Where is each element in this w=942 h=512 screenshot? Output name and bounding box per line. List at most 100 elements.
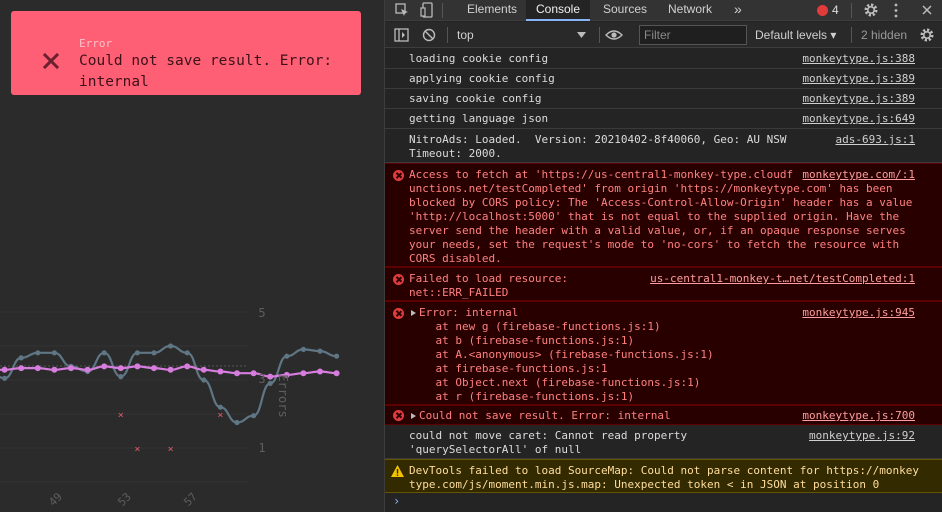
console-error-message[interactable]: Access to fetch at 'https://us-central1-… — [385, 163, 942, 267]
stack-frame: at A.<anonymous> (firebase-functions.js:… — [409, 348, 714, 361]
sidebar-toggle-icon[interactable] — [394, 28, 409, 42]
console-message[interactable]: saving cookie config monkeytype.js:389 — [385, 89, 942, 109]
console-error-message[interactable]: Failed to load resource: net::ERR_FAILED… — [385, 267, 942, 301]
data-point[interactable] — [267, 380, 273, 386]
source-link[interactable]: monkeytype.js:388 — [802, 52, 915, 66]
data-point[interactable] — [34, 365, 41, 372]
data-point[interactable] — [201, 377, 207, 383]
y-tick-label: 3 — [258, 372, 265, 386]
expand-arrow-icon[interactable] — [411, 310, 416, 316]
source-link[interactable]: us-central1-monkey-t…net/testCompleted:1 — [650, 272, 915, 286]
settings-gear-icon[interactable] — [863, 2, 879, 18]
console-message[interactable]: applying cookie config monkeytype.js:389 — [385, 69, 942, 89]
console-warning-message[interactable]: DevTools failed to load SourceMap: Could… — [385, 459, 942, 493]
data-point[interactable] — [251, 413, 257, 419]
source-link[interactable]: monkeytype.com/:1 — [802, 168, 915, 182]
error-notification[interactable]: Error Could not save result. Error: inte… — [11, 11, 361, 95]
data-point[interactable] — [267, 373, 274, 380]
source-link[interactable]: monkeytype.js:92 — [809, 429, 915, 443]
data-point[interactable] — [234, 419, 240, 426]
data-point[interactable] — [51, 350, 58, 356]
data-point[interactable] — [168, 343, 174, 349]
message-text: could not move caret: Cannot read proper… — [409, 429, 688, 442]
data-point[interactable] — [300, 346, 306, 352]
console-prompt[interactable]: › — [393, 494, 400, 508]
console-error-message[interactable]: Could not save result. Error: internal m… — [385, 405, 942, 425]
data-point[interactable] — [167, 366, 174, 373]
error-marker: × — [217, 410, 223, 421]
data-point[interactable] — [1, 366, 8, 373]
source-link[interactable]: ads-693.js:1 — [836, 133, 915, 147]
data-point[interactable] — [84, 366, 91, 373]
tab-network[interactable]: Network — [668, 0, 720, 21]
console-error-message[interactable]: Error: internal at new g (firebase-funct… — [385, 301, 942, 405]
stack-frame: at Object.next (firebase-functions.js:1) — [409, 376, 701, 389]
expand-arrow-icon[interactable] — [411, 413, 416, 419]
data-point[interactable] — [234, 370, 240, 377]
error-marker: × — [118, 410, 124, 421]
more-options-icon[interactable] — [893, 3, 899, 18]
source-link[interactable]: monkeytype.js:389 — [802, 92, 915, 106]
close-devtools-icon[interactable] — [921, 4, 933, 16]
more-tabs-button[interactable]: » — [734, 0, 748, 21]
notification-message-line: internal — [79, 74, 149, 90]
source-link[interactable]: monkeytype.js:649 — [802, 112, 915, 126]
data-point[interactable] — [35, 350, 41, 356]
data-point[interactable] — [118, 374, 124, 380]
message-text: Timeout: 2000. — [409, 147, 502, 160]
console-message[interactable]: NitroAds: Loaded. Version: 20210402-8f40… — [385, 129, 942, 163]
message-text: NitroAds: Loaded. Version: 20210402-8f40… — [409, 133, 787, 146]
data-point[interactable] — [101, 350, 107, 356]
data-point[interactable] — [117, 365, 124, 372]
source-link[interactable]: monkeytype.js:945 — [802, 306, 915, 320]
console-message[interactable]: could not move caret: Cannot read proper… — [385, 425, 942, 459]
device-toolbar-icon[interactable] — [420, 2, 434, 18]
data-point[interactable] — [250, 370, 257, 377]
tab-elements[interactable]: Elements — [467, 0, 529, 21]
inspect-element-icon[interactable] — [395, 3, 409, 17]
data-point[interactable] — [184, 363, 191, 370]
tab-console[interactable]: Console — [526, 0, 590, 21]
data-point[interactable] — [151, 350, 157, 356]
data-point[interactable] — [134, 350, 140, 356]
data-point[interactable] — [18, 365, 25, 372]
data-point[interactable] — [101, 363, 108, 370]
console-message[interactable]: getting language json monkeytype.js:649 — [385, 109, 942, 129]
filter-input[interactable]: Filter — [639, 25, 747, 45]
data-point[interactable] — [284, 353, 290, 359]
data-point[interactable] — [51, 366, 58, 373]
data-point[interactable] — [334, 353, 340, 359]
source-link[interactable]: monkeytype.js:389 — [802, 72, 915, 86]
data-point[interactable] — [68, 365, 74, 372]
data-point[interactable] — [317, 368, 323, 375]
data-point[interactable] — [184, 350, 190, 356]
data-point[interactable] — [217, 404, 223, 410]
live-expression-eye-icon[interactable] — [605, 29, 623, 41]
data-point[interactable] — [300, 370, 307, 377]
console-message[interactable]: loading cookie config monkeytype.js:388 — [385, 49, 942, 69]
data-point[interactable] — [317, 348, 323, 354]
notification-message: Could not save result. Error: internal — [79, 51, 359, 93]
data-point[interactable] — [333, 370, 340, 377]
message-text: type.com/js/moment.min.js.map: Unexpecte… — [409, 478, 880, 491]
data-point[interactable] — [134, 363, 141, 370]
console-filterbar: top Filter Default levels ▾ 2 hidden — [385, 22, 942, 48]
log-levels-dropdown[interactable]: Default levels ▾ — [755, 28, 836, 42]
y-axis-label: Errors — [276, 374, 290, 417]
data-point[interactable] — [151, 365, 157, 372]
close-icon[interactable] — [41, 51, 61, 71]
source-link[interactable]: monkeytype.js:700 — [802, 409, 915, 423]
error-icon — [393, 410, 404, 421]
data-point[interactable] — [2, 375, 8, 381]
clear-console-icon[interactable] — [422, 28, 436, 42]
data-point[interactable] — [200, 366, 207, 373]
context-selector[interactable]: top — [457, 26, 589, 44]
console-settings-gear-icon[interactable] — [919, 27, 935, 43]
error-counter[interactable]: 4 — [815, 3, 845, 18]
hidden-messages-count: 2 hidden — [861, 28, 908, 42]
notification-type-label: Error — [79, 37, 113, 50]
tab-sources[interactable]: Sources — [603, 0, 653, 21]
data-point[interactable] — [217, 368, 224, 375]
data-point[interactable] — [18, 355, 24, 361]
result-chart: ×× ×× 5 3 1 Errors 49 53 57 — [0, 290, 384, 512]
